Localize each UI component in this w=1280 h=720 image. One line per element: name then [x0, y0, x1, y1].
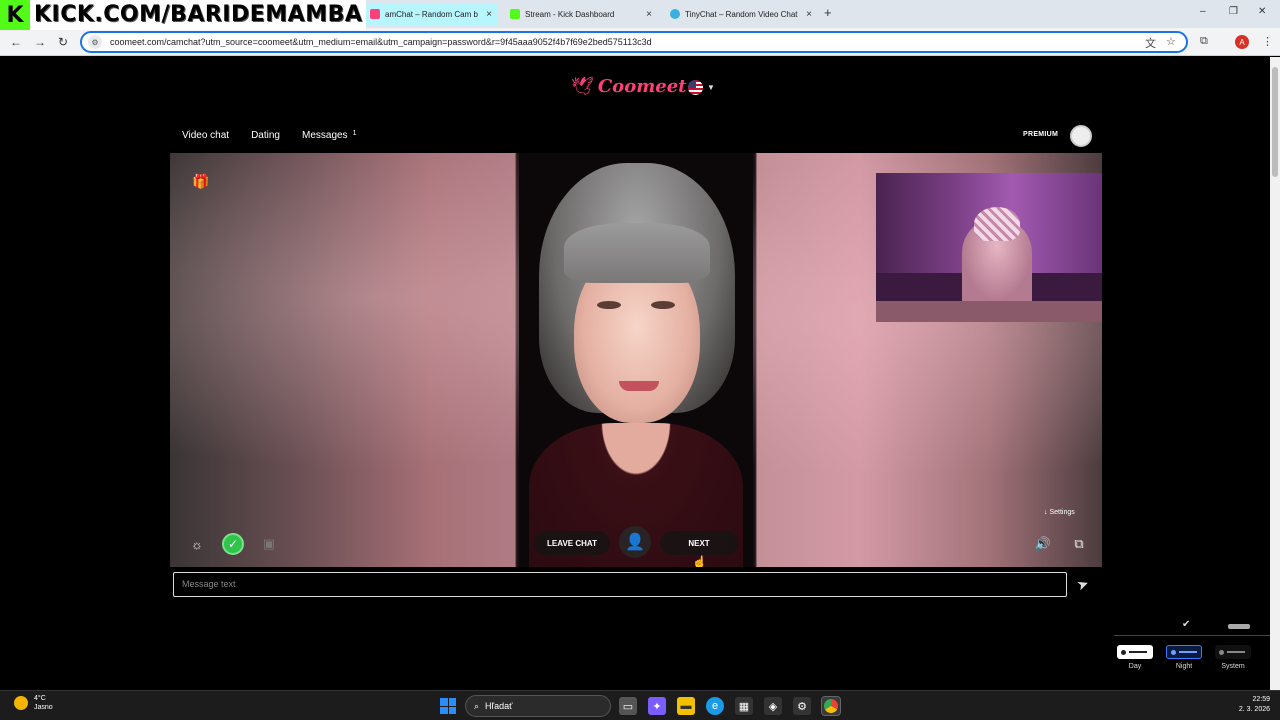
- system-clock[interactable]: 22:59 2. 3. 2026: [1226, 695, 1270, 715]
- edge-icon[interactable]: e: [706, 697, 724, 715]
- close-window-button[interactable]: ✕: [1258, 6, 1266, 17]
- store-icon[interactable]: ▦: [735, 697, 753, 715]
- copilot-icon[interactable]: ✦: [648, 697, 666, 715]
- weather-widget[interactable]: 4°C Jasno: [14, 694, 53, 712]
- theme-system-label: System: [1221, 663, 1245, 670]
- tab-tinychat[interactable]: TinyChat – Random Video Chat ×: [662, 3, 818, 25]
- maximize-button[interactable]: ❐: [1229, 6, 1238, 17]
- scroll-thumb[interactable]: [1272, 67, 1278, 177]
- check-icon: ✔: [1182, 619, 1191, 630]
- tinychat-tab-icon: [670, 9, 680, 19]
- brightness-icon[interactable]: ☼: [186, 533, 208, 555]
- coomeet-tab-icon: [370, 9, 380, 19]
- task-view-icon[interactable]: ▭: [619, 697, 637, 715]
- forward-button[interactable]: →: [34, 35, 46, 49]
- reload-button[interactable]: ↻: [58, 35, 68, 49]
- cursor-hand-icon: ☝: [692, 555, 707, 567]
- profile-avatar[interactable]: A: [1235, 35, 1249, 49]
- partner-video: [519, 153, 753, 567]
- nav-messages[interactable]: Messages 1: [302, 130, 356, 141]
- file-explorer-icon[interactable]: ▬: [677, 697, 695, 715]
- stream-overlay: K KICK.COM/BARIDEMAMBA: [0, 0, 367, 30]
- brand-name: Coomeet: [597, 76, 687, 97]
- windows-taskbar: 4°C Jasno ⌕ Hľadať ▭ ✦ ▬ e ▦ ◈ ⚙ 22:59 2.…: [0, 690, 1280, 720]
- messages-count-badge: 1: [352, 130, 357, 137]
- tab-kick-dashboard[interactable]: Stream - Kick Dashboard ×: [502, 3, 658, 25]
- self-video-preview: [876, 173, 1102, 322]
- clock-date: 2. 3. 2026: [1238, 706, 1270, 713]
- tab-label: TinyChat – Random Video Chat: [685, 9, 798, 19]
- tab-close-icon[interactable]: ×: [646, 9, 652, 20]
- weather-desc: Jasno: [34, 704, 53, 711]
- settings-gear-icon[interactable]: ⚙: [793, 697, 811, 715]
- new-tab-button[interactable]: +: [824, 5, 832, 20]
- gift-icon[interactable]: 🎁: [192, 173, 210, 191]
- theme-day-option[interactable]: Day: [1115, 645, 1155, 670]
- main-nav: Video chat Dating Messages 1: [182, 130, 356, 141]
- browser-menu-icon[interactable]: ⋮: [1262, 35, 1273, 48]
- bookmark-star-icon[interactable]: ☆: [1166, 35, 1176, 48]
- coomeet-page: 🕊 Coomeet ▼ Video chat Dating Messages 1 …: [0, 57, 1270, 690]
- minimize-button[interactable]: –: [1200, 6, 1206, 17]
- page-scrollbar[interactable]: [1270, 57, 1280, 690]
- site-info-icon[interactable]: ⚙: [88, 35, 102, 49]
- us-flag-icon: [688, 80, 703, 95]
- bird-logo-icon: 🕊: [571, 76, 594, 96]
- sun-icon: [14, 696, 28, 710]
- save-icon[interactable]: ▣: [258, 533, 280, 555]
- chrome-icon[interactable]: [821, 696, 841, 716]
- language-selector[interactable]: ▼: [688, 80, 715, 95]
- coomeet-logo[interactable]: 🕊 Coomeet: [571, 76, 686, 97]
- settings-link[interactable]: ↓ Settings: [1044, 509, 1075, 516]
- theme-panel-handle[interactable]: [1228, 624, 1250, 629]
- translate-icon[interactable]: 文: [1145, 35, 1156, 51]
- kick-logo-icon: K: [0, 0, 30, 30]
- apps-icon[interactable]: ◈: [764, 697, 782, 715]
- theme-night-option[interactable]: Night: [1164, 645, 1204, 670]
- taskbar-search[interactable]: ⌕ Hľadať: [465, 695, 611, 717]
- windows-start-icon[interactable]: [440, 698, 456, 714]
- user-profile-icon[interactable]: 👤: [619, 526, 651, 558]
- verified-check-icon[interactable]: ✓: [222, 533, 244, 555]
- next-button[interactable]: NEXT: [660, 531, 738, 555]
- video-stage: 🎁 ↓ Settings ☼ ✓ ▣ LEAVE CHAT 👤 NEXT ☝ 🔊…: [170, 153, 1102, 567]
- clock-time: 22:59: [1252, 696, 1270, 703]
- left-controls: ☼ ✓ ▣: [186, 533, 280, 555]
- search-icon: ⌕: [474, 700, 480, 711]
- tab-close-icon[interactable]: ×: [806, 9, 812, 20]
- nav-video-chat[interactable]: Video chat: [182, 130, 229, 141]
- premium-link[interactable]: PREMIUM: [1023, 131, 1058, 138]
- tab-label: amChat – Random Cam b: [385, 9, 478, 19]
- right-controls: 🔊 ⧉: [1032, 533, 1090, 555]
- chevron-down-icon: ▼: [707, 83, 715, 92]
- send-icon[interactable]: ➤: [1074, 575, 1091, 595]
- message-input[interactable]: Message text: [173, 572, 1067, 597]
- kick-channel-text: KICK.COM/BARIDEMAMBA: [30, 0, 367, 30]
- theme-system-option[interactable]: System: [1213, 645, 1253, 670]
- extensions-icon[interactable]: ⧉: [1200, 35, 1208, 48]
- theme-night-label: Night: [1175, 663, 1193, 670]
- tab-coomeet[interactable]: amChat – Random Cam b ×: [362, 3, 498, 25]
- tab-label: Stream - Kick Dashboard: [525, 9, 615, 19]
- search-label: Hľadať: [485, 701, 513, 711]
- nav-dating[interactable]: Dating: [251, 130, 280, 141]
- leave-chat-button[interactable]: LEAVE CHAT: [534, 531, 610, 555]
- volume-icon[interactable]: 🔊: [1032, 533, 1054, 555]
- weather-temp: 4°C: [34, 695, 46, 702]
- user-avatar[interactable]: [1070, 125, 1092, 147]
- picture-in-picture-icon[interactable]: ⧉: [1068, 533, 1090, 555]
- address-bar-row: ← → ↻ ⚙ coomeet.com/camchat?utm_source=c…: [0, 28, 1280, 56]
- nav-messages-label: Messages: [301, 130, 348, 141]
- tab-close-icon[interactable]: ×: [486, 9, 492, 20]
- url-bar[interactable]: ⚙ coomeet.com/camchat?utm_source=coomeet…: [80, 31, 1188, 53]
- kick-tab-icon: [510, 9, 520, 19]
- url-text[interactable]: coomeet.com/camchat?utm_source=coomeet&u…: [110, 37, 652, 47]
- back-button[interactable]: ←: [10, 35, 22, 49]
- theme-day-label: Day: [1128, 663, 1142, 670]
